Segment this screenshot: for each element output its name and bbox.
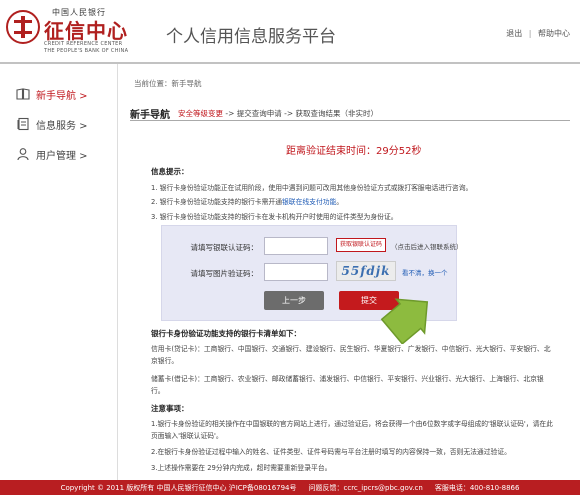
note-item-2: 2.在银行卡身份验证过程中输入的姓名、证件类型、证件号码需与平台注册时填写的内容… <box>151 448 511 456</box>
sidebar-item-user-management[interactable]: 用户管理 > <box>0 142 118 166</box>
unionpay-hint: （点击后进入银联系统） <box>391 243 463 251</box>
user-icon <box>16 147 30 161</box>
footer-copyright: Copyright © 2011 版权所有 中国人民银行征信中心 沪ICP备08… <box>60 483 297 492</box>
title-divider <box>130 120 570 121</box>
get-unionpay-code-button[interactable]: 获取银联认证码 <box>336 238 386 252</box>
note-item-3: 3.上述操作需要在 29分钟内完成，超时需要重新登录平台。 <box>151 464 332 472</box>
captcha-label: 请填写图片验证码： <box>190 269 259 278</box>
debit-card-banks: 储蓄卡(借记卡)：工商银行、农业银行、邮政储蓄银行、浦发银行、中信银行、平安银行… <box>151 375 544 395</box>
document-icon <box>16 117 30 131</box>
unionpay-code-label: 请填写银联认证码： <box>190 243 259 252</box>
refresh-captcha-link[interactable]: 看不清，换一个 <box>402 267 448 277</box>
step-active: 安全等级变更 <box>178 109 223 118</box>
logo-emblem-icon <box>6 10 40 44</box>
sidebar-item-label: 用户管理 > <box>36 150 88 162</box>
logo-english-line-2: THE PEOPLE'S BANK OF CHINA <box>44 48 129 54</box>
breadcrumb: 当前位置：新手导航 <box>134 79 202 88</box>
platform-title: 个人信用信息服务平台 <box>166 27 336 47</box>
info-title: 信息提示： <box>151 167 189 176</box>
page-title: 新手导航 <box>130 110 170 121</box>
previous-step-button[interactable]: 上一步 <box>264 291 324 310</box>
sidebar-item-info-service[interactable]: 信息服务 > <box>0 112 118 136</box>
footer-feedback-email: 问题反馈：ccrc_ipcrs@pbc.gov.cn <box>308 483 423 492</box>
countdown-value: 29分52秒 <box>376 146 422 157</box>
logo-english-line-1: CREDIT REFERENCE CENTER <box>44 41 123 47</box>
main-content: 当前位置：新手导航 新手导航 安全等级变更 -> 提交查询申请 -> 获取查询结… <box>118 64 580 480</box>
info-item-1: 1. 银行卡身份验证功能正在试用阶段，使用中遇到问题可改用其他身份验证方式或拨打… <box>151 184 473 192</box>
sidebar: 新手导航 > 信息服务 > 用户管理 > <box>0 64 118 480</box>
link-separator: | <box>528 29 532 38</box>
top-links: 退出 | 帮助中心 <box>506 28 570 39</box>
info-item-3: 3. 银行卡身份验证功能支持的银行卡在发卡机构开户时使用的证件类型为身份证。 <box>151 213 398 221</box>
info-item-2-text: 2. 银行卡身份验证功能支持的银行卡需开通 <box>151 198 282 206</box>
footer-phone: 客服电话：400-810-8866 <box>434 483 520 492</box>
book-icon <box>16 87 30 101</box>
step-indicator: 安全等级变更 -> 提交查询申请 -> 获取查询结果（非实时） <box>178 108 378 119</box>
captcha-image: 55fdjk <box>336 261 396 281</box>
credit-card-banks: 信用卡(贷记卡)：工商银行、中国银行、交通银行、建设银行、民生银行、华夏银行、广… <box>151 345 551 365</box>
unionpay-online-link[interactable]: 银联在线支付功能 <box>282 198 336 206</box>
note-item-1: 1.银行卡身份验证的相关操作在中国银联的官方网站上进行，通过验证后，将会获得一个… <box>151 420 553 440</box>
help-center-link[interactable]: 帮助中心 <box>538 29 570 38</box>
countdown-timer: 距离验证结束时间：29分52秒 <box>286 142 421 157</box>
bank-list-title: 银行卡身份验证功能支持的银行卡清单如下： <box>151 329 301 338</box>
footer: Copyright © 2011 版权所有 中国人民银行征信中心 沪ICP备08… <box>0 480 580 495</box>
unionpay-code-input[interactable] <box>264 237 328 255</box>
notes-title: 注意事项： <box>151 404 189 413</box>
logo-title: 征信中心 <box>44 19 128 43</box>
sidebar-item-label: 新手导航 > <box>36 90 88 102</box>
sidebar-item-label: 信息服务 > <box>36 120 88 132</box>
pointer-arrow-icon <box>380 298 429 344</box>
logout-link[interactable]: 退出 <box>506 29 522 38</box>
sidebar-item-beginner-guide[interactable]: 新手导航 > <box>0 82 118 106</box>
info-item-2: 2. 银行卡身份验证功能支持的银行卡需开通银联在线支付功能。 <box>151 196 343 206</box>
captcha-input[interactable] <box>264 263 328 281</box>
countdown-label: 距离验证结束时间： <box>286 146 376 157</box>
step-rest: -> 提交查询申请 -> 获取查询结果（非实时） <box>223 109 379 118</box>
header: 中国人民银行 征信中心 CREDIT REFERENCE CENTER THE … <box>0 0 580 62</box>
info-item-2-end: 。 <box>336 198 344 206</box>
